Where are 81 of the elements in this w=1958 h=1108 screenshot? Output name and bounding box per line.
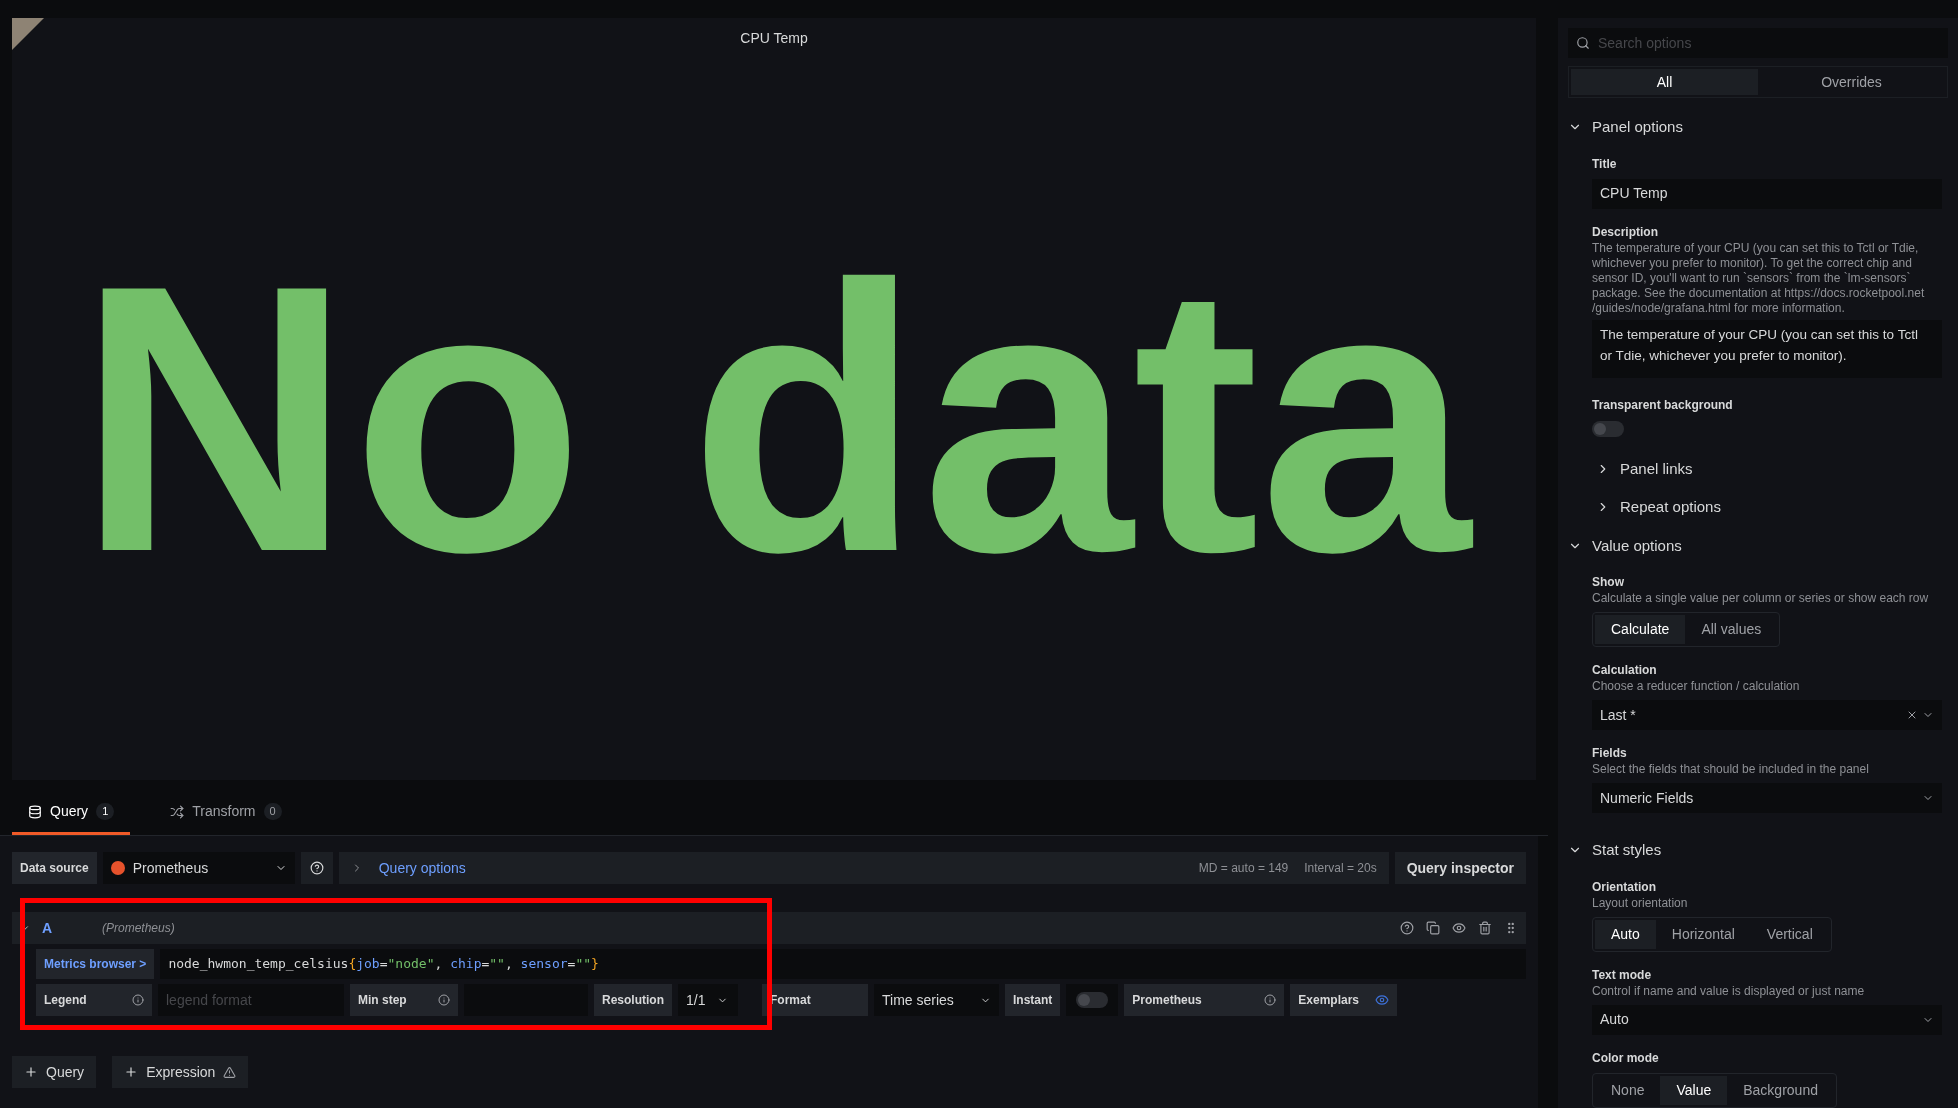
interval-info: Interval = 20s xyxy=(1304,860,1377,877)
editor-tab[interactable]: Transform 0 xyxy=(154,801,298,835)
section-header[interactable]: Panel options xyxy=(1568,108,1683,147)
query-ref: A xyxy=(42,918,54,938)
section-header[interactable]: Value options xyxy=(1568,526,1682,565)
resolution-select[interactable]: 1/1 xyxy=(678,984,738,1016)
format-select[interactable]: Time series xyxy=(874,984,999,1016)
plus-icon xyxy=(24,1065,38,1079)
select-field[interactable]: Auto xyxy=(1592,1004,1942,1035)
add-button[interactable]: Expression xyxy=(112,1056,249,1088)
select-value: Numeric Fields xyxy=(1600,788,1695,808)
exemplars-button[interactable]: Exemplars xyxy=(1290,984,1398,1016)
field-label: Legend xyxy=(36,984,152,1016)
field-help: The temperature of your CPU (you can set this to Tctl or Tdie, whichever you prefer to monitor). To get the correct chip and sensor ID, you'll want to run `sensors` from the `lm-sensors` package. See the documentation at https://docs.rocketpool.net /guides/node/grafana.html for more information. xyxy=(1592,240,1926,316)
field-label: Color mode xyxy=(1592,1049,1660,1067)
field-help: Calculate a single value per column or series or show each row xyxy=(1592,591,1930,606)
add-button[interactable]: Query xyxy=(12,1056,97,1088)
section-header[interactable]: Repeat options xyxy=(1596,488,1942,527)
help-button[interactable] xyxy=(300,852,333,884)
field-help: Layout orientation xyxy=(1592,895,1689,911)
field-help: Control if name and value is displayed or just name xyxy=(1592,983,1866,999)
eye-icon xyxy=(1375,993,1390,1007)
section-header[interactable]: Panel links xyxy=(1596,449,1942,488)
options-tab[interactable]: Overrides xyxy=(1758,69,1945,95)
select-field[interactable]: Numeric Fields xyxy=(1592,783,1942,813)
help-icon xyxy=(309,861,324,875)
query-inspector-button[interactable]: Query inspector xyxy=(1394,852,1526,884)
segment-option[interactable]: Auto xyxy=(1595,919,1656,949)
field-label: Orientation xyxy=(1592,878,1657,896)
field-label: Calculation xyxy=(1592,662,1658,679)
field-label: Min step xyxy=(350,984,458,1016)
no-data-message: No data xyxy=(76,229,1474,609)
count-badge: 0 xyxy=(263,803,282,820)
select-field[interactable]: Last * xyxy=(1592,700,1942,730)
query-datasource: (Prometheus) xyxy=(102,920,175,937)
segment-option[interactable]: Background xyxy=(1727,1075,1834,1105)
field-label: Transparent background xyxy=(1592,396,1734,414)
info-icon xyxy=(132,994,144,1006)
field-label: Resolution xyxy=(594,984,672,1016)
field-label: Instant xyxy=(1005,984,1061,1016)
plus-icon xyxy=(124,1065,139,1079)
field-label: Show xyxy=(1592,574,1625,591)
field-label: Text mode xyxy=(1592,966,1653,984)
segment-option[interactable]: None xyxy=(1595,1075,1661,1105)
select-value: Auto xyxy=(1600,1010,1630,1029)
max-data-points: MD = auto = 149 xyxy=(1198,860,1289,877)
field-label: Fields xyxy=(1592,745,1628,762)
segment-option[interactable]: All values xyxy=(1685,615,1778,644)
transparent-toggle[interactable] xyxy=(1592,420,1624,437)
field-label: Prometheus xyxy=(1124,984,1285,1016)
search-icon xyxy=(1576,36,1590,50)
query-options-link[interactable]: Query options xyxy=(378,857,466,879)
count-badge: 1 xyxy=(96,803,115,820)
warning-icon xyxy=(223,1065,237,1079)
panel-title: CPU Temp xyxy=(740,29,808,48)
field-help: Select the fields that should be included in the panel xyxy=(1592,762,1870,777)
section-header[interactable]: Stat styles xyxy=(1568,831,1662,870)
field-label: Data source xyxy=(12,852,97,884)
segment-option[interactable]: Horizontal xyxy=(1655,919,1751,949)
title-input[interactable]: CPU Temp xyxy=(1592,178,1942,209)
field-label: Description xyxy=(1592,223,1659,241)
options-tab[interactable]: All xyxy=(1571,69,1758,95)
copy-icon xyxy=(1426,921,1440,935)
select-value: Last * xyxy=(1600,705,1637,725)
instant-toggle[interactable] xyxy=(1076,992,1109,1008)
help-icon xyxy=(1400,921,1414,935)
query-expression-field[interactable]: node_hwmon_temp_celsius{job="node", chip="", sensor=""} xyxy=(160,949,1526,979)
eye-icon xyxy=(1452,921,1466,935)
segment-option[interactable]: Calculate xyxy=(1595,615,1686,644)
database-icon xyxy=(28,804,42,819)
clear-icon xyxy=(1906,709,1918,721)
trash-icon xyxy=(1478,921,1492,935)
segment-option[interactable]: Vertical xyxy=(1750,919,1829,949)
metrics-browser-button[interactable]: Metrics browser > xyxy=(36,949,155,979)
field-help: Choose a reducer function / calculation xyxy=(1592,679,1801,694)
description-textarea[interactable]: The temperature of your CPU (you can set this to Tctl or Tdie, whichever you prefer to monitor). xyxy=(1592,319,1942,378)
segment-option[interactable]: Value xyxy=(1660,1075,1728,1105)
info-icon xyxy=(1264,994,1277,1006)
field-label: Title xyxy=(1592,155,1618,173)
info-icon xyxy=(438,994,450,1006)
datasource-picker[interactable]: Prometheus xyxy=(102,852,295,884)
